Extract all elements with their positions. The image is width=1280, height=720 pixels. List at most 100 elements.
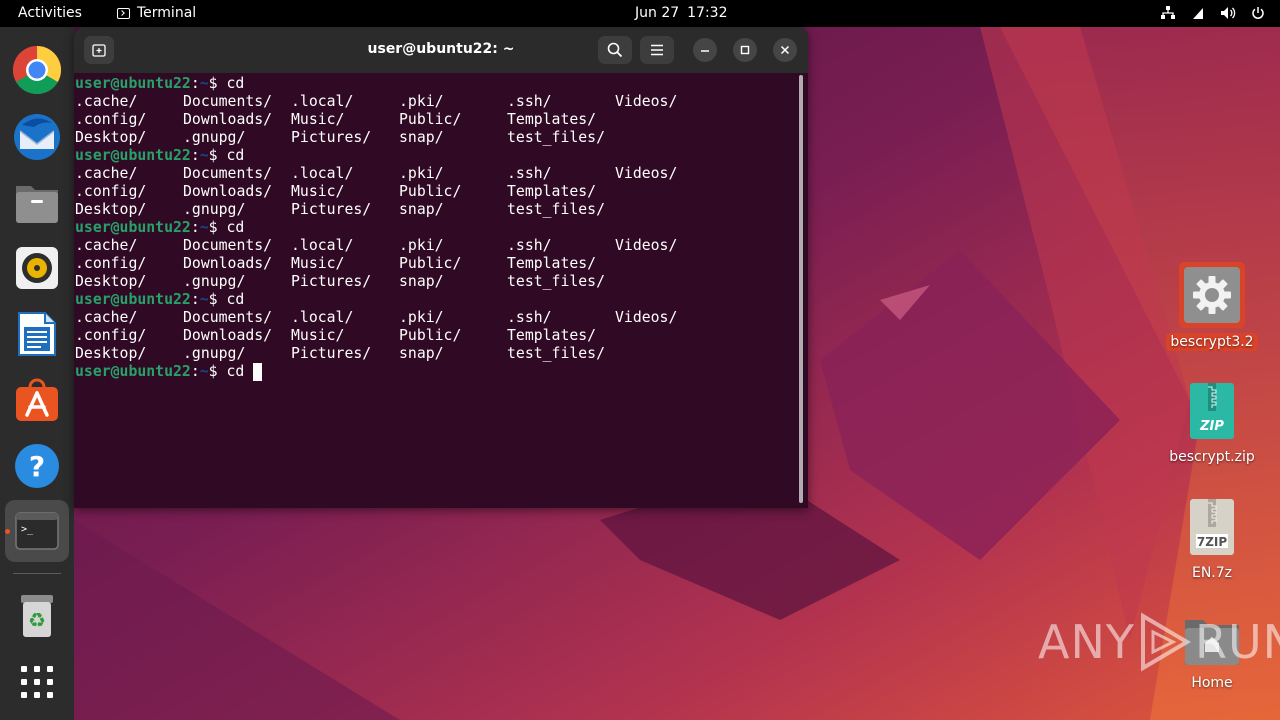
terminal-scrollbar[interactable] — [799, 75, 803, 503]
directory-entry: .gnupg/ — [183, 201, 246, 218]
directory-entry: Music/ — [291, 255, 345, 272]
directory-entry: Music/ — [291, 327, 345, 344]
svg-text:♻: ♻ — [28, 608, 46, 632]
directory-entry: Desktop/ — [75, 201, 147, 218]
directory-entry: Documents/ — [183, 93, 273, 110]
app-menu[interactable]: Terminal — [117, 5, 196, 21]
close-button[interactable] — [773, 38, 797, 62]
directory-entry: Videos/ — [615, 237, 678, 254]
files-icon[interactable] — [11, 176, 63, 228]
directory-entry: .cache/ — [75, 309, 138, 326]
activities-button[interactable]: Activities — [18, 5, 82, 21]
dock: ? >_ ♻ — [0, 27, 74, 720]
directory-entry: test_files/ — [507, 345, 605, 362]
directory-entry: Videos/ — [615, 309, 678, 326]
directory-entry: Downloads/ — [183, 111, 273, 128]
7z-archive-icon: 7ZIP — [1190, 499, 1234, 555]
directory-entry: Templates/ — [507, 255, 597, 272]
prompt-line: user@ubuntu22:~$ cd — [75, 291, 245, 308]
app-menu-label: Terminal — [137, 5, 197, 21]
directory-entry: .config/ — [75, 327, 147, 344]
clock-date: Jun 27 — [635, 5, 680, 21]
help-icon[interactable]: ? — [11, 440, 63, 492]
clock-time: 17:32 — [687, 5, 728, 21]
directory-entry: snap/ — [399, 129, 444, 146]
svg-text:?: ? — [29, 450, 45, 483]
anyrun-watermark: ANY RUN — [1038, 612, 1280, 672]
directory-entry: .local/ — [291, 237, 354, 254]
clock[interactable]: Jun 27 17:32 — [635, 5, 728, 21]
directory-entry: snap/ — [399, 273, 444, 290]
svg-text:ZIP: ZIP — [1199, 419, 1224, 434]
power-icon[interactable] — [1250, 5, 1266, 21]
app-center-icon[interactable] — [11, 374, 63, 426]
maximize-icon — [740, 45, 750, 55]
directory-entry: .pki/ — [399, 165, 444, 182]
accessibility-icon[interactable] — [1190, 5, 1206, 21]
directory-entry: Public/ — [399, 183, 462, 200]
directory-entry: Pictures/ — [291, 129, 372, 146]
directory-entry: .pki/ — [399, 93, 444, 110]
desktop-icon-label: EN.7z — [1191, 565, 1233, 581]
directory-entry: test_files/ — [507, 201, 605, 218]
directory-entry: .pki/ — [399, 237, 444, 254]
prompt-line: user@ubuntu22:~$ cd — [75, 147, 245, 164]
show-apps-icon[interactable] — [11, 656, 63, 708]
desktop-icon-en-7z[interactable]: 7ZIP EN.7z — [1164, 498, 1260, 582]
directory-entry: Desktop/ — [75, 345, 147, 362]
directory-entry: Pictures/ — [291, 273, 372, 290]
directory-entry: .cache/ — [75, 165, 138, 182]
directory-entry: Music/ — [291, 183, 345, 200]
directory-entry: .gnupg/ — [183, 129, 246, 146]
play-logo-icon — [1140, 612, 1191, 672]
chrome-icon[interactable] — [11, 44, 63, 96]
directory-entry: test_files/ — [507, 129, 605, 146]
terminal-app-icon — [117, 7, 130, 19]
directory-entry: Templates/ — [507, 183, 597, 200]
directory-entry: .local/ — [291, 165, 354, 182]
directory-entry: .ssh/ — [507, 93, 552, 110]
trash-icon[interactable]: ♻ — [11, 590, 63, 642]
svg-text:>_: >_ — [21, 524, 34, 535]
minimize-button[interactable] — [693, 38, 717, 62]
terminal-window[interactable]: user@ubuntu22: ~ user@ubuntu22:~$ cd .ca… — [74, 27, 808, 508]
system-tray[interactable] — [1160, 5, 1266, 21]
svg-text:7ZIP: 7ZIP — [1197, 535, 1228, 549]
thunderbird-icon[interactable] — [11, 110, 63, 162]
dock-separator — [13, 573, 61, 574]
directory-entry: test_files/ — [507, 273, 605, 290]
menu-button[interactable] — [640, 36, 674, 64]
directory-entry: .config/ — [75, 255, 147, 272]
directory-entry: Downloads/ — [183, 327, 273, 344]
directory-entry: Templates/ — [507, 111, 597, 128]
directory-entry: Public/ — [399, 255, 462, 272]
directory-entry: Documents/ — [183, 237, 273, 254]
directory-entry: .pki/ — [399, 309, 444, 326]
text-cursor — [253, 363, 263, 381]
directory-entry: Downloads/ — [183, 255, 273, 272]
directory-entry: .local/ — [291, 93, 354, 110]
volume-icon[interactable] — [1220, 5, 1236, 21]
directory-entry: Templates/ — [507, 327, 597, 344]
current-prompt-line[interactable]: user@ubuntu22:~$ cd — [75, 363, 263, 381]
rhythmbox-icon[interactable] — [11, 242, 63, 294]
search-button[interactable] — [598, 36, 632, 64]
terminal-icon[interactable]: >_ — [5, 500, 69, 562]
watermark-text-left: ANY — [1038, 615, 1135, 669]
terminal-output[interactable]: user@ubuntu22:~$ cd .cache/Documents/ .lo… — [74, 73, 808, 508]
directory-entry: .ssh/ — [507, 309, 552, 326]
terminal-headerbar[interactable]: user@ubuntu22: ~ — [74, 27, 808, 73]
maximize-button[interactable] — [733, 38, 757, 62]
directory-entry: .ssh/ — [507, 165, 552, 182]
close-icon — [780, 45, 790, 55]
directory-entry: .cache/ — [75, 93, 138, 110]
directory-entry: Documents/ — [183, 309, 273, 326]
directory-entry: .gnupg/ — [183, 273, 246, 290]
directory-entry: Desktop/ — [75, 273, 147, 290]
desktop-icon-bescrypt-zip[interactable]: ZIP bescrypt.zip — [1164, 382, 1260, 466]
minimize-icon — [701, 50, 709, 52]
network-icon[interactable] — [1160, 5, 1176, 21]
desktop-icon-bescrypt[interactable]: bescrypt3.2 — [1164, 262, 1260, 351]
writer-icon[interactable] — [11, 308, 63, 360]
zip-archive-icon: ZIP — [1190, 383, 1234, 439]
